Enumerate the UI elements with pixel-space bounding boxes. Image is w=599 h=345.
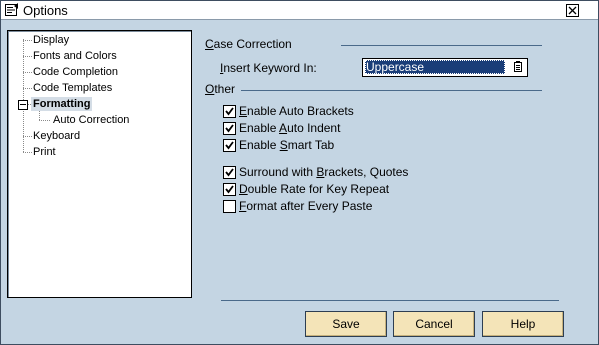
enable-smart-tab-checkbox[interactable] [223, 139, 236, 152]
collapse-minus-icon[interactable] [18, 100, 28, 110]
tree-item-formatting[interactable]: Formatting [31, 97, 93, 111]
save-button[interactable]: Save [305, 311, 387, 337]
enable-auto-brackets-label[interactable]: Enable Auto Brackets [239, 104, 354, 118]
double-rate-key-repeat-label[interactable]: Double Rate for Key Repeat [239, 182, 389, 196]
enable-smart-tab-label[interactable]: Enable Smart Tab [239, 138, 334, 152]
window-title: Options [23, 3, 68, 18]
buttons-separator [221, 300, 559, 301]
options-dialog: Options Display Fonts and Colors Code Co… [0, 0, 599, 345]
options-dialog-icon [5, 3, 19, 17]
close-icon [568, 6, 577, 15]
other-separator [241, 90, 542, 91]
help-button[interactable]: Help [482, 311, 564, 337]
dropdown-list-icon[interactable] [510, 60, 526, 75]
checkmark-icon [225, 168, 234, 177]
tree-item-fonts-and-colors[interactable]: Fonts and Colors [33, 49, 117, 63]
format-after-paste-label[interactable]: Format after Every Paste [239, 199, 372, 213]
insert-keyword-value: Uppercase [365, 60, 505, 74]
insert-keyword-select[interactable]: Uppercase [362, 58, 528, 77]
close-button[interactable] [566, 4, 579, 17]
cancel-button[interactable]: Cancel [393, 311, 475, 337]
tree-item-code-templates[interactable]: Code Templates [33, 81, 112, 95]
double-rate-key-repeat-checkbox[interactable] [223, 183, 236, 196]
tree-item-auto-correction[interactable]: Auto Correction [53, 113, 129, 127]
surround-with-brackets-checkbox[interactable] [223, 166, 236, 179]
tree-item-print[interactable]: Print [33, 145, 56, 159]
case-correction-heading: Case Correction [205, 37, 292, 51]
title-bar[interactable]: Options [1, 1, 598, 20]
checkmark-icon [225, 107, 234, 116]
case-correction-separator [341, 45, 542, 46]
enable-auto-indent-checkbox[interactable] [223, 122, 236, 135]
checkmark-icon [225, 185, 234, 194]
surround-with-brackets-label[interactable]: Surround with Brackets, Quotes [239, 165, 408, 179]
tree-item-keyboard[interactable]: Keyboard [33, 129, 80, 143]
checkmark-icon [225, 124, 234, 133]
format-after-paste-checkbox[interactable] [223, 200, 236, 213]
enable-auto-brackets-checkbox[interactable] [223, 105, 236, 118]
other-heading: Other [205, 82, 236, 96]
tree-item-code-completion[interactable]: Code Completion [33, 65, 118, 79]
insert-keyword-label: Insert Keyword In: [220, 61, 317, 75]
options-tree[interactable]: Display Fonts and Colors Code Completion… [7, 30, 192, 298]
tree-item-display[interactable]: Display [33, 33, 69, 47]
checkmark-icon [225, 141, 234, 150]
enable-auto-indent-label[interactable]: Enable Auto Indent [239, 121, 340, 135]
